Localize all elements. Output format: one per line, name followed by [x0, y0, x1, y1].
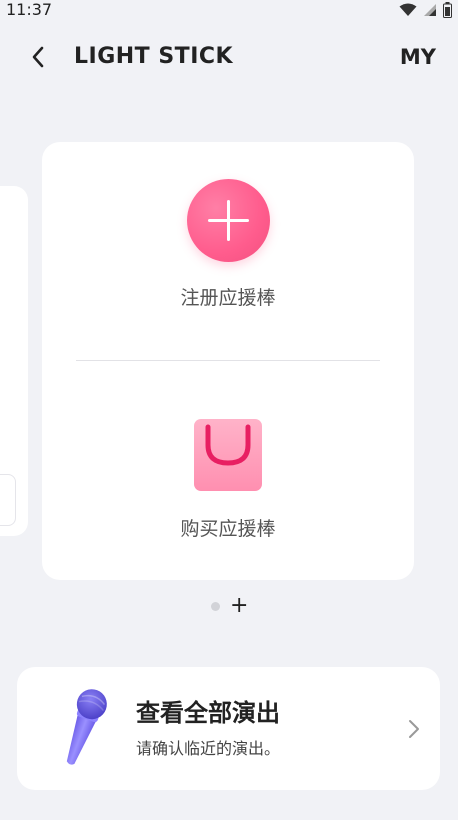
- pager-add-button[interactable]: +: [230, 595, 248, 617]
- plus-icon: [187, 179, 270, 262]
- microphone-icon: [66, 689, 107, 765]
- back-button[interactable]: [22, 41, 54, 73]
- buy-light-stick-button[interactable]: 购买应援棒: [42, 364, 414, 574]
- card-pager: +: [0, 595, 458, 618]
- page-title: LIGHT STICK: [74, 44, 234, 69]
- buy-light-stick-label: 购买应援棒: [180, 518, 276, 540]
- shopping-bag-icon: [194, 419, 262, 491]
- register-light-stick-label: 注册应援棒: [180, 287, 276, 309]
- light-stick-card: 注册应援棒 购买应援棒: [42, 142, 414, 580]
- card-divider: [76, 360, 380, 361]
- status-icons: [399, 2, 452, 18]
- register-light-stick-button[interactable]: 注册应援棒: [42, 142, 414, 357]
- battery-icon: [443, 2, 452, 18]
- back-arrow-icon: [32, 46, 44, 68]
- concerts-subtitle: 请确认临近的演出。: [136, 739, 281, 758]
- signal-icon: [424, 4, 436, 16]
- wifi-icon: [399, 3, 417, 16]
- status-time: 11:37: [6, 0, 53, 19]
- status-bar: 11:37: [0, 0, 458, 22]
- all-concerts-card[interactable]: 查看全部演出 请确认临近的演出。: [17, 667, 440, 790]
- my-button[interactable]: MY: [400, 42, 436, 72]
- previous-card-inner: [0, 474, 16, 526]
- pager-dot[interactable]: [211, 602, 220, 611]
- concerts-title: 查看全部演出: [136, 699, 280, 727]
- chevron-right-icon: [409, 720, 419, 738]
- app-bar: LIGHT STICK MY: [0, 38, 458, 78]
